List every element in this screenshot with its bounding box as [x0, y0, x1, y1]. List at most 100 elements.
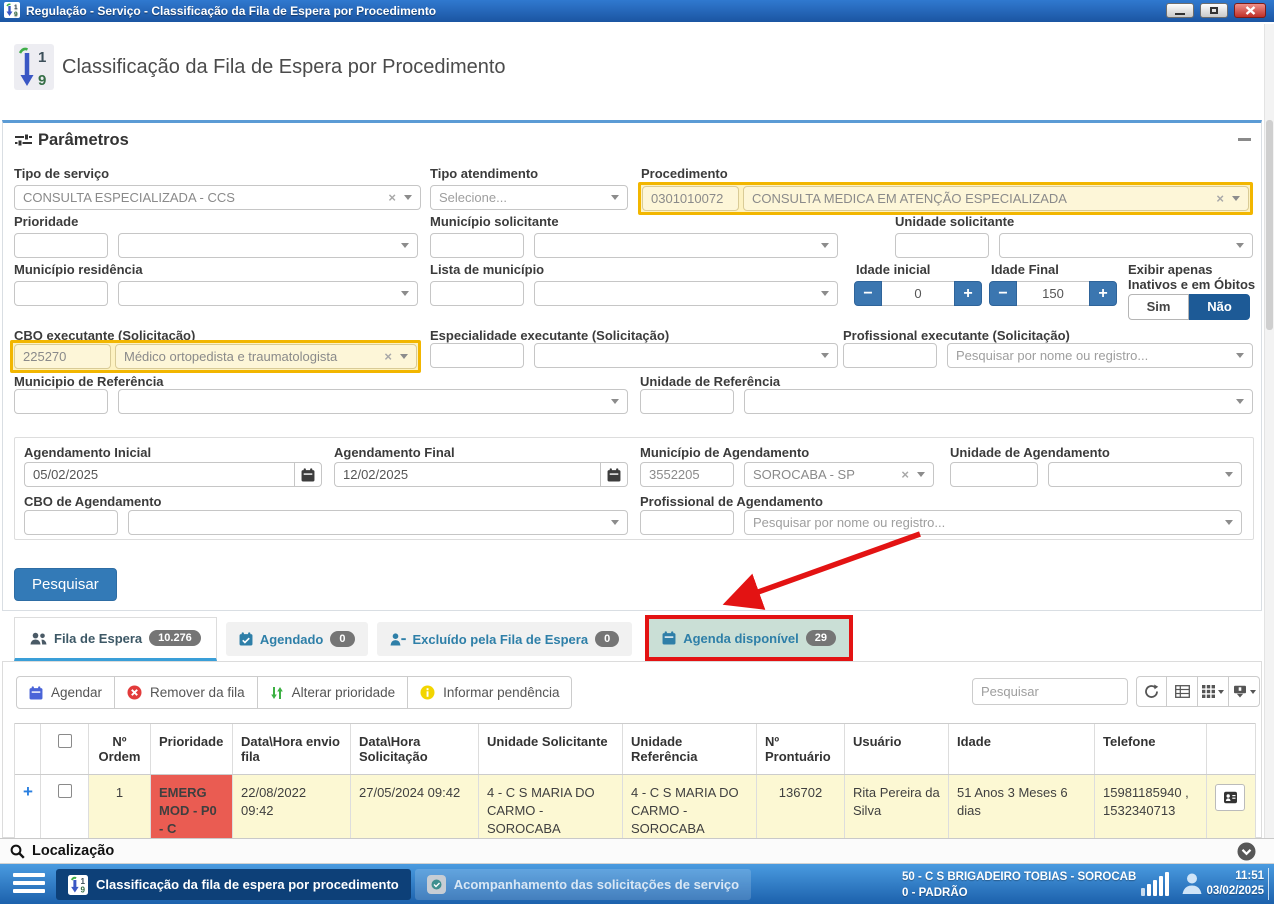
- municipio-agendamento-code-input[interactable]: 3552205: [640, 462, 734, 487]
- header-idade[interactable]: Idade: [949, 724, 1095, 774]
- table-view-button[interactable]: [1167, 676, 1198, 707]
- minus-button[interactable]: −: [989, 281, 1017, 306]
- contact-card-button[interactable]: [1215, 784, 1245, 811]
- municipio-residencia-select[interactable]: [118, 281, 418, 306]
- cbo-agendamento-select[interactable]: [128, 510, 628, 535]
- tab-agenda-disponivel[interactable]: Agenda disponível 29: [649, 619, 849, 657]
- cbo-agendamento-code-input[interactable]: [24, 510, 118, 535]
- columns-button[interactable]: [1198, 676, 1229, 707]
- unidade-referencia-label: Unidade de Referência: [640, 374, 780, 389]
- unidade-solicitante-select[interactable]: [999, 233, 1253, 258]
- profissional-executante-code-input[interactable]: [843, 343, 937, 368]
- calendar-button[interactable]: [600, 462, 628, 487]
- vertical-scrollbar[interactable]: [1264, 24, 1274, 838]
- plus-button[interactable]: +: [1089, 281, 1117, 306]
- remover-da-fila-button[interactable]: Remover da fila: [115, 676, 258, 709]
- header-unidade-referencia[interactable]: Unidade Referência: [623, 724, 757, 774]
- table-tools: [1136, 676, 1260, 707]
- menu-icon[interactable]: [13, 873, 45, 893]
- refresh-button[interactable]: [1136, 676, 1167, 707]
- tipo-servico-select[interactable]: CONSULTA ESPECIALIZADA - CCS ×: [14, 185, 421, 210]
- clear-icon[interactable]: ×: [384, 349, 392, 364]
- prioridade-code-input[interactable]: [14, 233, 108, 258]
- clear-icon[interactable]: ×: [388, 190, 396, 205]
- procedimento-code-input[interactable]: 0301010072: [642, 186, 739, 211]
- unidade-referencia-select[interactable]: [744, 389, 1253, 414]
- scrollbar-thumb[interactable]: [1266, 120, 1273, 330]
- chevron-down-icon: [1236, 399, 1244, 404]
- collapse-down-button[interactable]: [1237, 842, 1256, 866]
- tab-agendado[interactable]: Agendado 0: [226, 622, 368, 656]
- municipio-referencia-code-input[interactable]: [14, 389, 108, 414]
- select-all-checkbox[interactable]: [58, 734, 72, 748]
- svg-text:9: 9: [81, 885, 86, 894]
- agendamento-final-input[interactable]: 12/02/2025: [334, 462, 600, 487]
- expand-row-button[interactable]: +: [15, 775, 41, 847]
- exibir-inativos-label: Exibir apenas Inativos e em Óbitos: [1128, 262, 1260, 292]
- header-solicitacao[interactable]: Data\Hora Solicitação: [351, 724, 479, 774]
- especialidade-executante-select[interactable]: [534, 343, 838, 368]
- tab-fila-de-espera[interactable]: Fila de Espera 10.276: [14, 617, 217, 661]
- cell-envio-fila: 22/08/2022 09:42: [233, 775, 351, 847]
- unidade-agendamento-select[interactable]: [1048, 462, 1242, 487]
- especialidade-executante-code-input[interactable]: [430, 343, 524, 368]
- municipio-agendamento-select[interactable]: SOROCABA - SP ×: [744, 462, 934, 487]
- calendar-button[interactable]: [294, 462, 322, 487]
- procedimento-select[interactable]: CONSULTA MEDICA EM ATENÇÃO ESPECIALIZADA…: [743, 186, 1249, 211]
- toggle-nao-button[interactable]: Não: [1189, 294, 1250, 320]
- agendar-button[interactable]: Agendar: [16, 676, 115, 709]
- refresh-icon: [1144, 684, 1159, 699]
- profissional-executante-select[interactable]: Pesquisar por nome ou registro...: [947, 343, 1253, 368]
- lista-municipio-select[interactable]: [534, 281, 838, 306]
- toggle-sim-button[interactable]: Sim: [1128, 294, 1189, 320]
- collapse-panel-icon[interactable]: [1238, 138, 1251, 141]
- localizacao-label: Localização: [32, 843, 114, 859]
- taskbar-item-acompanhamento[interactable]: Acompanhamento das solicitações de servi…: [415, 869, 751, 900]
- header-prioridade[interactable]: Prioridade: [151, 724, 233, 774]
- idade-inicial-value[interactable]: 0: [882, 281, 954, 306]
- cbo-executante-code-input[interactable]: 225270: [14, 344, 111, 369]
- table-icon: [1175, 685, 1190, 698]
- unidade-agendamento-code-input[interactable]: [950, 462, 1038, 487]
- minus-button[interactable]: −: [854, 281, 882, 306]
- profissional-agendamento-select[interactable]: Pesquisar por nome ou registro...: [744, 510, 1242, 535]
- alterar-prioridade-button[interactable]: Alterar prioridade: [258, 676, 409, 709]
- lista-municipio-code-input[interactable]: [430, 281, 524, 306]
- cbo-executante-select[interactable]: Médico ortopedista e traumatologista ×: [115, 344, 417, 369]
- municipio-referencia-select[interactable]: [118, 389, 628, 414]
- table-header-row: Nº Ordem Prioridade Data\Hora envio fila…: [15, 723, 1255, 775]
- close-button[interactable]: [1234, 3, 1266, 18]
- municipio-residencia-code-input[interactable]: [14, 281, 108, 306]
- header-prontuario[interactable]: Nº Prontuário: [757, 724, 845, 774]
- pesquisar-button[interactable]: Pesquisar: [14, 568, 117, 601]
- municipio-solicitante-code-input[interactable]: [430, 233, 524, 258]
- tipo-atendimento-select[interactable]: Selecione...: [430, 185, 628, 210]
- unidade-referencia-code-input[interactable]: [640, 389, 734, 414]
- informar-pendencia-button[interactable]: Informar pendência: [408, 676, 572, 709]
- header-ordem[interactable]: Nº Ordem: [89, 724, 151, 774]
- municipio-solicitante-select[interactable]: [534, 233, 838, 258]
- plus-button[interactable]: +: [954, 281, 982, 306]
- prioridade-select[interactable]: [118, 233, 418, 258]
- row-checkbox[interactable]: [58, 784, 72, 798]
- clear-icon[interactable]: ×: [901, 467, 909, 482]
- page-header-icon: 1 9: [14, 44, 54, 95]
- profissional-agendamento-code-input[interactable]: [640, 510, 734, 535]
- header-usuario[interactable]: Usuário: [845, 724, 949, 774]
- unidade-solicitante-code-input[interactable]: [895, 233, 989, 258]
- tab-count-badge: 10.276: [149, 630, 201, 646]
- tab-excluido-pela-fila[interactable]: Excluído pela Fila de Espera 0: [377, 622, 633, 656]
- maximize-button[interactable]: [1200, 3, 1228, 18]
- export-button[interactable]: [1229, 676, 1260, 707]
- idade-final-value[interactable]: 150: [1017, 281, 1089, 306]
- minimize-button[interactable]: [1166, 3, 1194, 18]
- agendamento-inicial-input[interactable]: 05/02/2025: [24, 462, 294, 487]
- chevron-down-icon: [821, 353, 829, 358]
- header-telefone[interactable]: Telefone: [1095, 724, 1207, 774]
- taskbar-item-classificacao[interactable]: 19 Classificação da fila de espera por p…: [56, 869, 411, 900]
- table-search-input[interactable]: [972, 678, 1128, 705]
- header-unidade-solicitante[interactable]: Unidade Solicitante: [479, 724, 623, 774]
- header-envio-fila[interactable]: Data\Hora envio fila: [233, 724, 351, 774]
- clear-icon[interactable]: ×: [1216, 191, 1224, 206]
- cell-unidade-solicitante: 4 - C S MARIA DO CARMO - SOROCABA: [479, 775, 623, 847]
